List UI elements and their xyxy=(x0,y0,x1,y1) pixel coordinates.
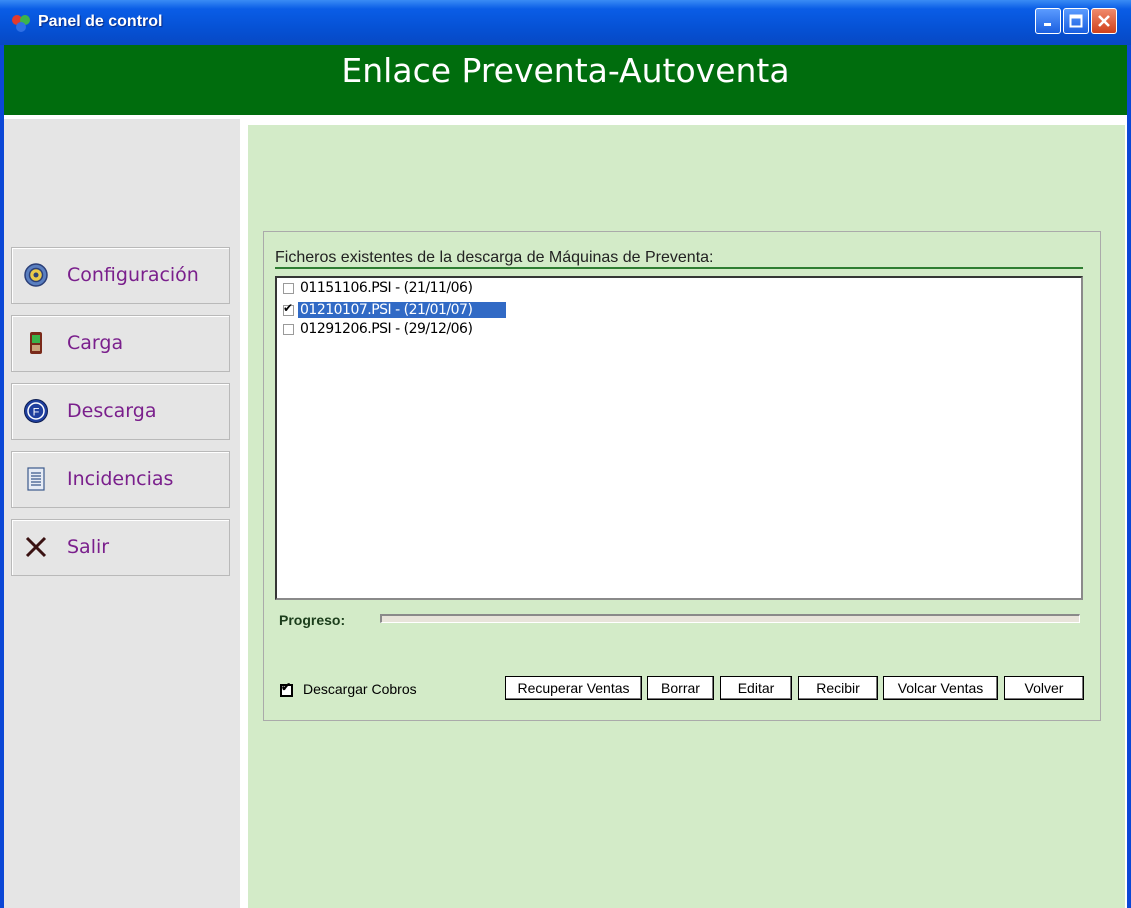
page-title: Enlace Preventa-Autoventa xyxy=(341,51,790,90)
maximize-icon xyxy=(1064,9,1088,33)
list-item-checkbox[interactable] xyxy=(283,282,294,294)
window-title: Panel de control xyxy=(38,13,163,30)
volver-button[interactable]: Volver xyxy=(1004,676,1084,700)
progress-bar xyxy=(380,614,1080,623)
sidebar-item-incidencias[interactable]: Incidencias xyxy=(11,451,230,508)
sidebar-item-label: Salir xyxy=(67,536,110,558)
sidebar-item-carga[interactable]: Carga xyxy=(11,315,230,372)
progress-label: Progreso: xyxy=(279,612,346,628)
borrar-button[interactable]: Borrar xyxy=(647,676,714,700)
sidebar-item-label: Incidencias xyxy=(67,468,174,490)
svg-text:F: F xyxy=(33,407,40,419)
descargar-cobros-label: Descargar Cobros xyxy=(303,681,417,697)
maximize-button[interactable] xyxy=(1063,8,1089,34)
close-icon xyxy=(1092,9,1116,33)
minimize-button[interactable] xyxy=(1035,8,1061,34)
group-underline xyxy=(275,267,1083,269)
document-icon xyxy=(27,467,45,491)
control-panel-icon xyxy=(12,15,30,32)
sidebar-item-label: Configuración xyxy=(67,264,199,286)
handheld-device-icon xyxy=(30,332,42,354)
close-button[interactable] xyxy=(1091,8,1117,34)
list-item[interactable]: 01291206.PSI - (29/12/06) xyxy=(283,319,474,339)
sidebar-item-label: Descarga xyxy=(67,400,157,422)
editar-button[interactable]: Editar xyxy=(720,676,792,700)
download-circle-icon: F xyxy=(24,399,48,423)
files-group-label: Ficheros existentes de la descarga de Má… xyxy=(275,249,714,266)
sidebar-item-salir[interactable]: Salir xyxy=(11,519,230,576)
list-item-label: 01151106.PSI - (21/11/06) xyxy=(300,280,473,296)
files-listbox[interactable]: 01151106.PSI - (21/11/06) 01210107.PSI -… xyxy=(275,276,1083,600)
title-bar[interactable]: Panel de control xyxy=(0,0,1131,45)
sidebar-item-configuracion[interactable]: Configuración xyxy=(11,247,230,304)
gear-icon xyxy=(24,263,48,287)
list-item-label: 01291206.PSI - (29/12/06) xyxy=(300,321,473,337)
sidebar-item-label: Carga xyxy=(67,332,124,354)
minimize-icon xyxy=(1036,9,1060,33)
sidebar-item-descarga[interactable]: F Descarga xyxy=(11,383,230,440)
app-header: Enlace Preventa-Autoventa xyxy=(4,45,1127,115)
list-item[interactable]: 01151106.PSI - (21/11/06) xyxy=(283,278,474,298)
exit-x-icon xyxy=(25,536,47,558)
recibir-button[interactable]: Recibir xyxy=(798,676,878,700)
volcar-ventas-button[interactable]: Volcar Ventas xyxy=(883,676,998,700)
list-item-checkbox[interactable] xyxy=(283,301,294,316)
descargar-cobros-checkbox[interactable] xyxy=(280,680,293,697)
list-item-checkbox[interactable] xyxy=(283,323,294,335)
sidebar: Configuración Carga F Descarga Incidenci… xyxy=(4,119,240,908)
list-item[interactable]: 01210107.PSI - (21/01/07) xyxy=(283,300,507,320)
app-window: Panel de control Enlace Preventa-Autoven… xyxy=(0,0,1131,908)
list-item-label: 01210107.PSI - (21/01/07) xyxy=(298,302,507,318)
recuperar-ventas-button[interactable]: Recuperar Ventas xyxy=(505,676,642,700)
